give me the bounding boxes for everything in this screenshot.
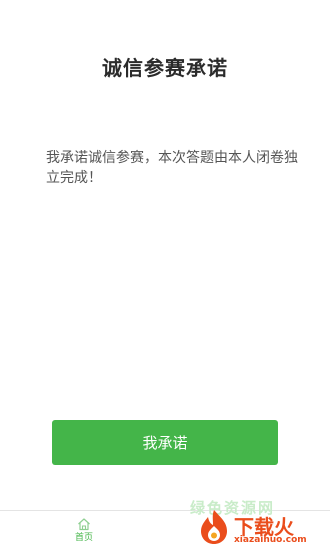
pledge-button[interactable]: 我承诺 [52,420,278,465]
watermark-domain: xiazaihuo.com [234,535,307,545]
home-icon [64,517,104,531]
pledge-text: 我承诺诚信参赛，本次答题由本人闭卷独立完成！ [46,150,298,186]
page-title: 诚信参赛承诺 [102,56,228,80]
tab-home[interactable]: 首页 [64,515,104,549]
pledge-page: 诚信参赛承诺 我承诺诚信参赛，本次答题由本人闭卷独立完成！ 我承诺 首页 绿色资… [0,0,330,550]
tab-home-label: 首页 [74,533,93,543]
watermark: 绿色资源网 下载火 xiazaihuo.com [190,497,328,550]
flame-logo-icon [194,507,234,547]
